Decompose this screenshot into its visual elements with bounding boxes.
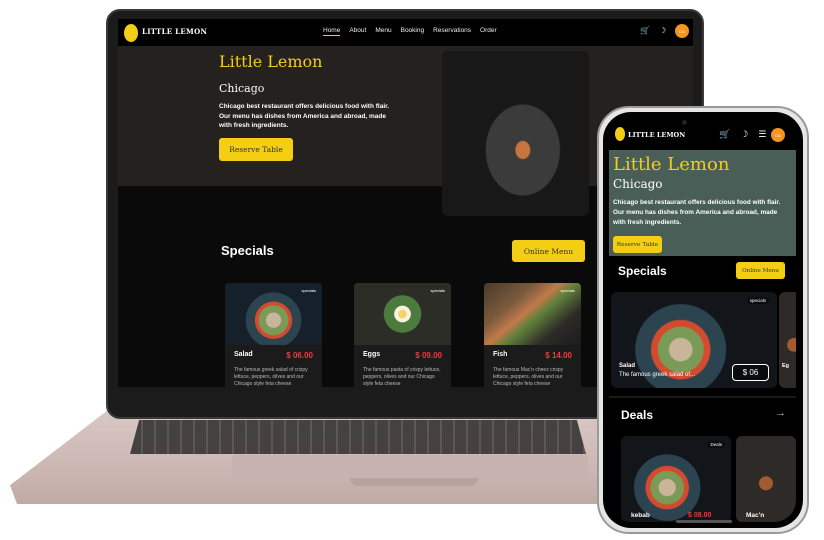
nav-links: Home About Menu Booking Reservations Ord… xyxy=(323,27,497,36)
card-description: The famous greek salad of crispy lettuce… xyxy=(234,367,308,387)
reserve-table-button[interactable]: Reserve Table xyxy=(219,138,293,161)
card-price: $ 09.00 xyxy=(415,351,442,360)
deal-card-macn[interactable]: Mac'n xyxy=(736,436,796,522)
hero-title: Little Lemon xyxy=(219,52,323,71)
card-name: Salad xyxy=(234,351,253,358)
card-description: The famous pasta of crispy lettuce, pepp… xyxy=(363,367,441,387)
card-name: Eg xyxy=(782,363,790,369)
laptop-lip xyxy=(350,478,478,486)
hero-title: Little Lemon xyxy=(613,154,730,175)
card-name: kebab xyxy=(631,512,650,519)
card-name: Fish xyxy=(493,351,508,358)
hero-subtitle: Chicago xyxy=(613,177,663,191)
deals-title: Deals xyxy=(621,408,654,422)
phone-screen: LITTLE LEMON 🛒 ☽ ☰ DA Little Lemon Chica… xyxy=(609,118,796,522)
deals-tag: Deals xyxy=(707,441,725,448)
reserve-table-button[interactable]: Reserve Table xyxy=(613,236,662,253)
specials-tag: specials xyxy=(560,288,575,293)
card-name: Salad xyxy=(619,363,636,369)
card-name: Eggs xyxy=(363,351,381,358)
home-indicator xyxy=(676,520,732,523)
hero-image xyxy=(442,51,589,216)
nav-about[interactable]: About xyxy=(349,27,366,36)
section-divider xyxy=(609,396,796,398)
avatar[interactable]: DA xyxy=(771,128,785,142)
avatar[interactable]: DA xyxy=(675,24,689,38)
specials-tag: specials xyxy=(746,297,769,304)
special-card-eggs[interactable]: specials Eggs $ 09.00 The famous pasta o… xyxy=(354,283,451,387)
cart-icon[interactable]: 🛒 xyxy=(719,129,730,140)
arrow-right-icon[interactable]: → xyxy=(775,407,786,419)
nav-order[interactable]: Order xyxy=(480,27,497,36)
brand-name: LITTLE LEMON xyxy=(142,27,208,36)
nav-booking[interactable]: Booking xyxy=(401,27,425,36)
special-card-salad[interactable]: specials Salad $ 06.00 The famous greek … xyxy=(225,283,322,387)
lemon-logo-icon[interactable] xyxy=(124,24,138,42)
card-name: Mac'n xyxy=(746,512,765,519)
card-price: $ 06 xyxy=(732,364,769,381)
special-card-fish[interactable]: specials Fish $ 14.00 The famous Mac'n c… xyxy=(484,283,581,387)
laptop-keyboard xyxy=(130,420,586,454)
lemon-logo-icon[interactable] xyxy=(615,127,625,141)
card-description: The famous greek salad of... xyxy=(619,372,696,378)
nav-icons: 🛒 ☽ xyxy=(640,26,666,35)
specials-title: Specials xyxy=(221,243,274,258)
mobile-navbar: LITTLE LEMON 🛒 ☽ ☰ DA xyxy=(609,118,796,150)
specials-title: Specials xyxy=(618,264,667,278)
online-menu-button[interactable]: Online Menu xyxy=(512,240,585,262)
online-menu-button[interactable]: Online Menu xyxy=(736,262,785,279)
nav-menu[interactable]: Menu xyxy=(375,27,391,36)
brand-name: LITTLE LEMON xyxy=(628,131,686,139)
specials-tag: specials xyxy=(430,288,445,293)
hamburger-menu-icon[interactable]: ☰ xyxy=(758,129,766,140)
nav-reservations[interactable]: Reservations xyxy=(433,27,471,36)
mobile-hero-section: Little Lemon Chicago Chicago best restau… xyxy=(609,150,796,256)
card-price: $ 08.00 xyxy=(688,512,712,519)
camera-dot xyxy=(682,120,687,125)
deal-card-kebab[interactable]: Deals kebab $ 08.00 xyxy=(621,436,731,522)
laptop-navbar: LITTLE LEMON Home About Menu Booking Res… xyxy=(118,19,693,46)
mobile-nav-icons: 🛒 ☽ ☰ xyxy=(719,129,766,140)
nav-home[interactable]: Home xyxy=(323,27,341,36)
hero-subtitle: Chicago xyxy=(219,82,265,95)
card-price: $ 06.00 xyxy=(286,351,313,360)
mobile-special-card-next[interactable]: Eg xyxy=(779,292,796,388)
mobile-special-card[interactable]: specials Salad The famous greek salad of… xyxy=(611,292,777,388)
cart-icon[interactable]: 🛒 xyxy=(640,26,650,35)
specials-tag: specials xyxy=(301,288,316,293)
hero-description: Chicago best restaurant offers delicious… xyxy=(613,199,781,226)
card-description: The famous Mac'n cheez crispy lettuce, p… xyxy=(493,367,564,387)
theme-toggle-icon[interactable]: ☽ xyxy=(740,129,748,140)
theme-toggle-icon[interactable]: ☽ xyxy=(659,26,666,35)
hero-description: Chicago best restaurant offers delicious… xyxy=(219,103,390,129)
card-price: $ 14.00 xyxy=(545,351,572,360)
